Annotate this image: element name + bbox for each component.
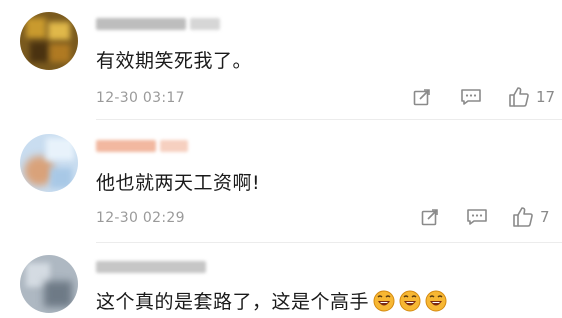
laughing-emoji-icon bbox=[399, 290, 421, 312]
thumbs-up-icon bbox=[513, 207, 533, 227]
comment-text: 他也就两天工资啊! bbox=[96, 172, 261, 194]
share-button[interactable] bbox=[412, 87, 432, 107]
username[interactable] bbox=[96, 261, 206, 273]
username[interactable] bbox=[160, 140, 188, 152]
comment-text-content: 这个真的是套路了，这是个高手 bbox=[96, 291, 370, 313]
avatar[interactable] bbox=[20, 12, 78, 70]
reply-button[interactable] bbox=[460, 87, 482, 107]
comment-item: 这个真的是套路了，这是个高手 bbox=[0, 243, 562, 318]
avatar[interactable] bbox=[20, 134, 78, 192]
like-count: 7 bbox=[540, 208, 550, 226]
username[interactable] bbox=[96, 140, 156, 152]
comment-time: 12-30 02:29 bbox=[96, 210, 185, 226]
comment-item: 有效期笑死我了。 12-30 03:17 17 bbox=[0, 0, 562, 120]
username[interactable] bbox=[96, 18, 186, 30]
comment-list: 有效期笑死我了。 12-30 03:17 17 他也就两天工资啊! 12-30 … bbox=[0, 0, 562, 318]
comment-text: 有效期笑死我了。 bbox=[96, 50, 253, 72]
comment-icon bbox=[461, 89, 481, 105]
comment-icon bbox=[467, 209, 487, 225]
reply-button[interactable] bbox=[466, 207, 488, 227]
like-button[interactable]: 7 bbox=[512, 206, 550, 228]
laughing-emoji-icon bbox=[425, 290, 447, 312]
comment-text: 这个真的是套路了，这是个高手 bbox=[96, 287, 447, 314]
thumbs-up-icon bbox=[509, 87, 529, 107]
like-button[interactable]: 17 bbox=[508, 86, 555, 108]
username[interactable] bbox=[190, 18, 220, 30]
share-icon bbox=[413, 89, 430, 106]
like-count: 17 bbox=[536, 88, 556, 106]
avatar[interactable] bbox=[20, 255, 78, 313]
share-icon bbox=[421, 209, 438, 226]
comment-time: 12-30 03:17 bbox=[96, 90, 185, 106]
comment-item: 他也就两天工资啊! 12-30 02:29 7 bbox=[0, 120, 562, 243]
laughing-emoji-icon bbox=[373, 290, 395, 312]
share-button[interactable] bbox=[420, 207, 440, 227]
